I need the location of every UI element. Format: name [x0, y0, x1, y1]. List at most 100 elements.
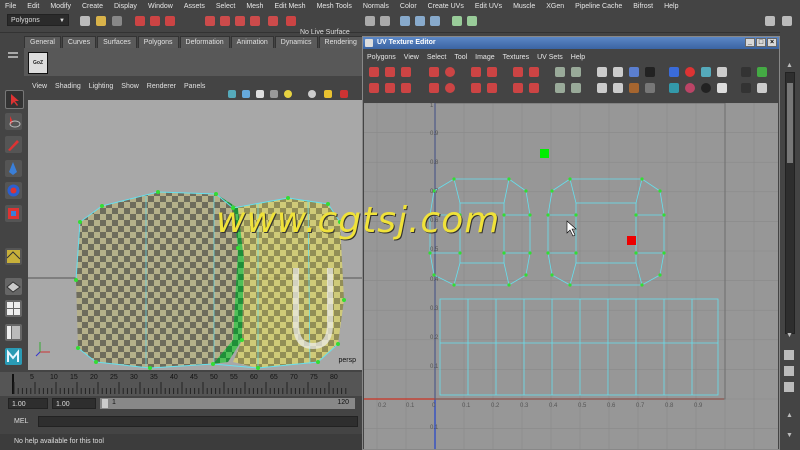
- uv-straighten-icon[interactable]: [471, 83, 481, 93]
- rotate-tool-icon[interactable]: [5, 182, 22, 199]
- uv-image-icon[interactable]: [629, 67, 639, 77]
- select-tool-icon[interactable]: [5, 90, 24, 109]
- viewport-menu-show[interactable]: Show: [117, 83, 143, 90]
- viewport-menu-lighting[interactable]: Lighting: [85, 83, 118, 90]
- uv-snapshot-icon[interactable]: [741, 67, 751, 77]
- vertical-scrollbar[interactable]: [785, 72, 795, 334]
- menu-color[interactable]: Color: [395, 3, 423, 10]
- menu-help[interactable]: Help: [659, 3, 684, 10]
- snap-grid-icon[interactable]: [205, 16, 215, 26]
- menu-modify[interactable]: Modify: [45, 3, 77, 10]
- magnet-icon[interactable]: [286, 16, 296, 26]
- image-ratio-icon[interactable]: [717, 83, 727, 93]
- save-scene-icon[interactable]: [112, 16, 122, 26]
- scroll-down-icon[interactable]: ▼: [786, 332, 793, 339]
- uv-menu-image[interactable]: Image: [471, 54, 498, 61]
- uv-flip-icon[interactable]: [369, 67, 379, 77]
- checker-icon[interactable]: [645, 67, 655, 77]
- uv-shell-icon[interactable]: [555, 67, 565, 77]
- move-tool-icon[interactable]: [5, 160, 22, 177]
- light-icon[interactable]: [467, 16, 477, 26]
- panel-toggle-icon[interactable]: [784, 382, 794, 392]
- render-frame-icon[interactable]: [400, 16, 410, 26]
- uv-filter-icon[interactable]: [645, 83, 655, 93]
- texture-layout-icon[interactable]: [5, 248, 22, 265]
- uv-canvas[interactable]: 0.2 0.1 0 0.1 0.2 0.3 0.4 0.5 0.6 0.7 0.…: [364, 103, 778, 449]
- uv-settings-icon[interactable]: [757, 83, 767, 93]
- viewport-menu-view[interactable]: View: [28, 83, 51, 90]
- time-slider[interactable]: 5 10 15 20 25 30 35 40 45 50 55 60 65 70…: [0, 372, 362, 396]
- menu-normals[interactable]: Normals: [358, 3, 395, 10]
- distortion-icon[interactable]: [717, 67, 727, 77]
- isolate-uv-icon[interactable]: [741, 83, 751, 93]
- pixel-snap-icon[interactable]: [757, 67, 767, 77]
- menu-edit[interactable]: Edit: [22, 3, 45, 10]
- uv-snap-icon[interactable]: [513, 83, 523, 93]
- menu-edit-uvs[interactable]: Edit UVs: [470, 3, 508, 10]
- uv-orient-icon[interactable]: [529, 67, 539, 77]
- mel-input[interactable]: [38, 416, 358, 427]
- new-scene-icon[interactable]: [80, 16, 90, 26]
- uv-menu-tool[interactable]: Tool: [450, 54, 471, 61]
- channel-alpha-icon[interactable]: [685, 83, 695, 93]
- uv-dim-image-icon[interactable]: [629, 83, 639, 93]
- grid-display-icon[interactable]: [669, 67, 679, 77]
- range-handle[interactable]: [102, 399, 108, 408]
- menu-xgen[interactable]: XGen: [541, 3, 570, 10]
- select-component-icon[interactable]: [165, 16, 175, 26]
- uv-cut-icon[interactable]: [401, 67, 411, 77]
- viewport-menu-shading[interactable]: Shading: [51, 83, 85, 90]
- uv-face-icon[interactable]: [571, 83, 581, 93]
- lights-icon[interactable]: [284, 90, 292, 98]
- menu-create-uvs[interactable]: Create UVs: [423, 3, 470, 10]
- menu-pipeline-cache[interactable]: Pipeline Cache: [570, 3, 628, 10]
- uv-move-icon[interactable]: [429, 67, 439, 77]
- uv-grid-icon[interactable]: [487, 83, 497, 93]
- outliner-layout-icon[interactable]: [5, 324, 22, 341]
- uv-stack-icon[interactable]: [513, 67, 523, 77]
- tab-surfaces[interactable]: Surfaces: [97, 36, 137, 48]
- four-pane-layout-icon[interactable]: [5, 300, 22, 317]
- uv-unfold-icon[interactable]: [385, 83, 395, 93]
- mode-dropdown[interactable]: Polygons ▼: [7, 14, 69, 26]
- ambient-occlusion-icon[interactable]: [324, 90, 332, 98]
- snap-surface-icon[interactable]: [268, 16, 278, 26]
- wireframe-icon[interactable]: [242, 90, 250, 98]
- lasso-tool-icon[interactable]: [5, 113, 22, 130]
- range-bar[interactable]: 1 120: [100, 398, 355, 409]
- menu-window[interactable]: Window: [143, 3, 179, 10]
- exposure-icon[interactable]: [701, 83, 711, 93]
- paint-select-icon[interactable]: [5, 136, 22, 153]
- channel-rgb-icon[interactable]: [669, 83, 679, 93]
- tab-dynamics[interactable]: Dynamics: [274, 36, 318, 48]
- isolate-select-icon[interactable]: [340, 90, 348, 98]
- menu-file[interactable]: File: [0, 3, 22, 10]
- history-icon[interactable]: [365, 16, 375, 26]
- menu-edit-mesh[interactable]: Edit Mesh: [269, 3, 311, 10]
- close-button[interactable]: ×: [767, 38, 777, 47]
- single-pane-layout-icon[interactable]: [5, 278, 22, 295]
- scale-tool-icon[interactable]: [5, 205, 22, 222]
- open-scene-icon[interactable]: [96, 16, 106, 26]
- tab-polygons[interactable]: Polygons: [137, 36, 179, 48]
- viewport-menu-panels[interactable]: Panels: [180, 83, 209, 90]
- panel-toggle-icon[interactable]: [784, 350, 794, 360]
- tab-rendering[interactable]: Rendering: [318, 36, 363, 48]
- uv-border-icon[interactable]: [571, 67, 581, 77]
- shelf-gear-icon[interactable]: [8, 38, 20, 72]
- snap-curve-icon[interactable]: [220, 16, 230, 26]
- texture-borders-icon[interactable]: [701, 67, 711, 77]
- uv-align-icon[interactable]: [471, 67, 481, 77]
- shaded-uv-icon[interactable]: [685, 67, 695, 77]
- panel-toggle-icon[interactable]: [784, 366, 794, 376]
- viewport-menu-renderer[interactable]: Renderer: [143, 83, 180, 90]
- uv-scale-icon[interactable]: [429, 83, 439, 93]
- uv-menu-textures[interactable]: Textures: [499, 54, 533, 61]
- chevron-up-icon[interactable]: ▲: [786, 412, 793, 419]
- uv-edge-icon[interactable]: [555, 83, 565, 93]
- textured-icon[interactable]: [270, 90, 278, 98]
- tab-general[interactable]: General: [24, 36, 61, 48]
- uv-copy-icon[interactable]: [597, 67, 607, 77]
- menu-display[interactable]: Display: [109, 3, 143, 10]
- select-object-icon[interactable]: [150, 16, 160, 26]
